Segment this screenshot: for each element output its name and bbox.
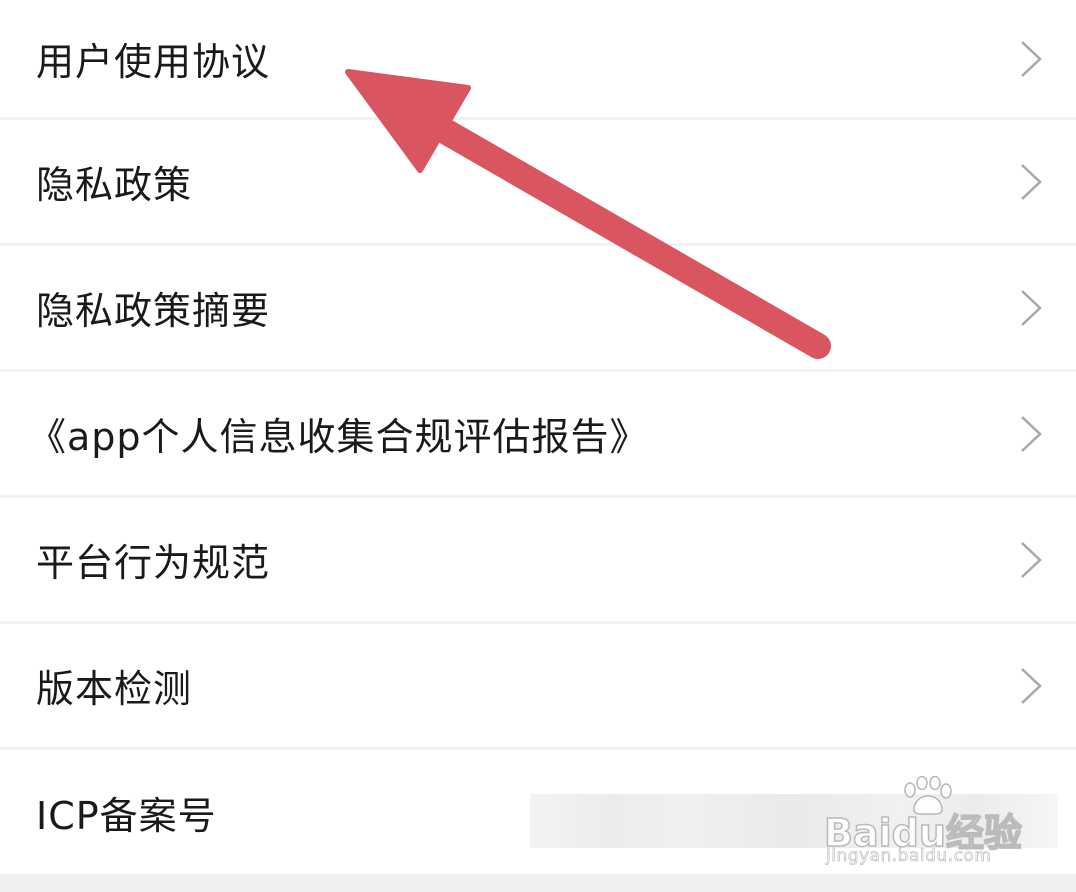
menu-item-label: 平台行为规范 <box>36 541 271 585</box>
menu-item-platform-rules[interactable]: 平台行为规范 <box>0 498 1076 621</box>
settings-menu-list: 用户使用协议 隐私政策 隐私政策摘要 《app个人信息收集合规评估报告》 平台行… <box>0 0 1076 874</box>
menu-item-user-agreement[interactable]: 用户使用协议 <box>0 0 1076 117</box>
menu-item-label: ICP备案号 <box>36 793 217 838</box>
menu-item-label: 版本检测 <box>36 667 193 711</box>
chevron-right-icon <box>1016 288 1046 328</box>
chevron-right-icon <box>1016 666 1046 706</box>
menu-item-label: 隐私政策摘要 <box>36 289 271 333</box>
menu-item-privacy-policy[interactable]: 隐私政策 <box>0 120 1076 243</box>
chevron-right-icon <box>1016 540 1046 580</box>
redacted-icp-number <box>530 794 1058 848</box>
bottom-spacer <box>0 874 1076 892</box>
chevron-right-icon <box>1016 39 1046 79</box>
chevron-right-icon <box>1016 162 1046 202</box>
menu-item-compliance-report[interactable]: 《app个人信息收集合规评估报告》 <box>0 372 1076 495</box>
menu-item-version-check[interactable]: 版本检测 <box>0 624 1076 747</box>
menu-item-label: 《app个人信息收集合规评估报告》 <box>28 415 649 459</box>
menu-item-label: 用户使用协议 <box>36 40 271 84</box>
chevron-right-icon <box>1016 414 1046 454</box>
menu-item-privacy-summary[interactable]: 隐私政策摘要 <box>0 246 1076 369</box>
menu-item-label: 隐私政策 <box>36 163 193 207</box>
